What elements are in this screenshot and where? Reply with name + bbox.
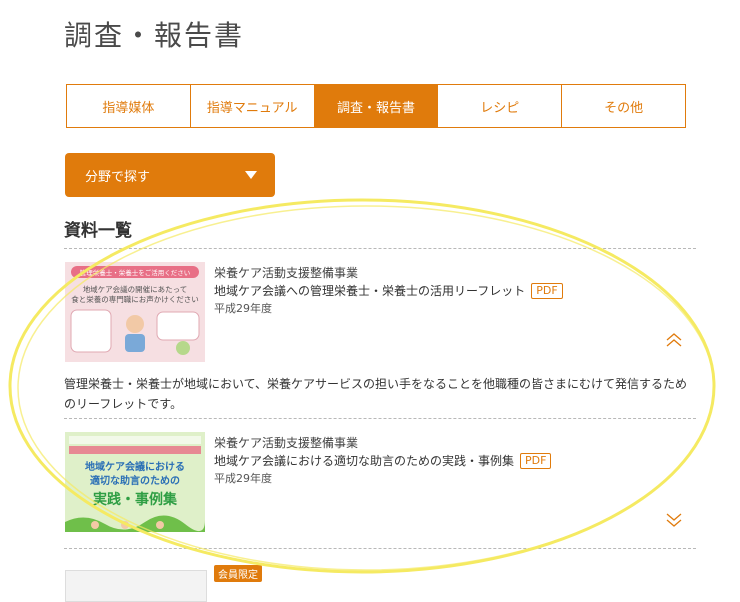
chevron-down-icon[interactable] bbox=[664, 512, 684, 528]
item-description: 管理栄養士・栄養士が地域において、栄養ケアサービスの担い手をなることを他職種の皆… bbox=[64, 377, 688, 411]
tab-guidance-manual[interactable]: 指導マニュアル bbox=[189, 85, 314, 127]
item-title-row: 地域ケア会議における適切な助言のための実践・事例集 PDF bbox=[214, 452, 552, 470]
category-tabs: 指導媒体 指導マニュアル 調査・報告書 レシピ その他 bbox=[66, 84, 686, 128]
caret-down-icon bbox=[245, 171, 257, 179]
thumbnail-text-2: 適切な助言のための bbox=[90, 474, 180, 487]
list-item: 栄養ケア活動支援整備事業 地域ケア会議への管理栄養士・栄養士の活用リーフレット … bbox=[214, 264, 563, 318]
item-year: 平成29年度 bbox=[214, 472, 272, 485]
list-item: 栄養ケア活動支援整備事業 地域ケア会議における適切な助言のための実践・事例集 P… bbox=[214, 434, 552, 488]
tab-recipes[interactable]: レシピ bbox=[437, 85, 561, 127]
section-title: 資料一覧 bbox=[64, 221, 132, 241]
field-filter-dropdown[interactable]: 分野で探す bbox=[65, 153, 275, 197]
thumbnail-text-1: 地域ケア会議における bbox=[85, 460, 185, 473]
item-thumbnail[interactable] bbox=[65, 570, 207, 602]
item-title-link[interactable]: 地域ケア会議における適切な助言のための実践・事例集 bbox=[214, 452, 514, 470]
item-year: 平成29年度 bbox=[214, 302, 272, 315]
chevron-up-icon[interactable] bbox=[664, 332, 684, 348]
casebook-thumbnail[interactable]: 地域ケア会議における 適切な助言のための 実践・事例集 bbox=[65, 432, 205, 532]
thumbnail-text-2: 食と栄養の専門職にお声かけください bbox=[71, 294, 199, 304]
thumbnail-text-1: 地域ケア会議の開催にあたって bbox=[83, 284, 188, 294]
item-category: 栄養ケア活動支援整備事業 bbox=[214, 266, 359, 280]
item-category: 栄養ケア活動支援整備事業 bbox=[214, 436, 359, 450]
tab-guidance-media[interactable]: 指導媒体 bbox=[67, 85, 190, 127]
tab-other[interactable]: その他 bbox=[561, 85, 685, 127]
divider bbox=[64, 548, 696, 549]
pdf-badge: PDF bbox=[531, 283, 563, 299]
divider bbox=[64, 418, 696, 419]
members-only-badge: 会員限定 bbox=[214, 565, 262, 582]
item-title-link[interactable]: 地域ケア会議への管理栄養士・栄養士の活用リーフレット bbox=[214, 282, 525, 300]
field-filter-label: 分野で探す bbox=[85, 169, 151, 185]
page-title: 調査・報告書 bbox=[64, 19, 245, 52]
leaflet-thumbnail[interactable]: 管理栄養士・栄養士をご活用ください 地域ケア会議の開催にあたって 食と栄養の専門… bbox=[65, 262, 205, 362]
tab-survey-reports[interactable]: 調査・報告書 bbox=[313, 85, 438, 127]
item-title-row: 地域ケア会議への管理栄養士・栄養士の活用リーフレット PDF bbox=[214, 282, 563, 300]
pdf-badge: PDF bbox=[520, 453, 552, 469]
thumbnail-text-3: 実践・事例集 bbox=[93, 491, 178, 508]
divider bbox=[64, 248, 696, 249]
thumbnail-banner-text: 管理栄養士・栄養士をご活用ください bbox=[80, 268, 191, 277]
